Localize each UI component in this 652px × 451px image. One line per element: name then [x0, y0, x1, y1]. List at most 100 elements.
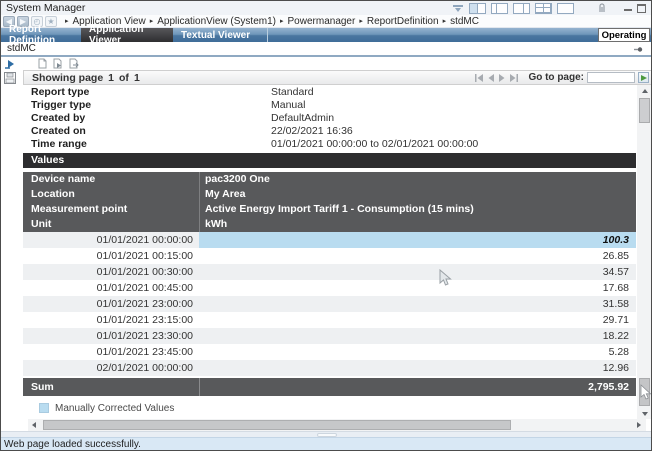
save-icon[interactable]: [4, 72, 16, 84]
value-cell: 34.57: [199, 264, 636, 280]
breadcrumb-item[interactable]: stdMC: [450, 16, 479, 27]
device-info-block: Device namepac3200 OneLocationMy Area Mea…: [23, 172, 636, 232]
legend-label: Manually Corrected Values: [55, 403, 174, 414]
run-report-icon[interactable]: [4, 59, 18, 69]
document-tab-bar: stdMC: [1, 42, 651, 57]
report-info-value: 22/02/2021 16:36: [271, 125, 353, 137]
report-info-value: Standard: [271, 86, 314, 98]
legend-swatch: [39, 403, 49, 413]
breadcrumb-item[interactable]: Powermanager: [288, 16, 356, 27]
splitter-grip[interactable]: [317, 433, 337, 437]
timestamp-cell: 01/01/2021 00:15:00: [23, 248, 199, 264]
report-info-row: Created byDefaultAdmin: [23, 111, 636, 124]
current-page: 1: [108, 72, 114, 84]
table-row[interactable]: 01/01/2021 00:30:0034.57: [23, 264, 636, 280]
dock-icon[interactable]: [452, 4, 464, 13]
table-row[interactable]: 01/01/2021 23:15:0029.71: [23, 312, 636, 328]
minimize-icon[interactable]: [624, 3, 632, 11]
table-row[interactable]: 01/01/2021 00:15:0026.85: [23, 248, 636, 264]
values-table: 01/01/2021 00:00:00100.301/01/2021 00:15…: [23, 232, 636, 376]
last-page-icon[interactable]: [509, 74, 519, 82]
table-row[interactable]: 01/01/2021 23:30:0018.22: [23, 328, 636, 344]
value-cell: 17.68: [199, 280, 636, 296]
timestamp-cell: 02/01/2021 00:00:00: [23, 360, 199, 376]
timestamp-cell: 01/01/2021 23:00:00: [23, 296, 199, 312]
breadcrumb-item[interactable]: ReportDefinition: [367, 16, 439, 27]
tab-separator: [267, 28, 268, 42]
report-info: Report typeStandardTrigger typeManualCre…: [23, 85, 636, 151]
value-cell: 26.85: [199, 248, 636, 264]
vertical-scrollbar-thumb[interactable]: [639, 98, 650, 123]
table-row[interactable]: 01/01/2021 23:45:005.28: [23, 344, 636, 360]
device-info-label: Location: [23, 188, 199, 200]
document-icon[interactable]: [38, 58, 47, 69]
table-row[interactable]: 02/01/2021 00:00:0012.96: [23, 360, 636, 376]
status-message: Web page loaded successfully.: [4, 439, 141, 450]
scroll-left-icon[interactable]: [28, 419, 40, 431]
layout-left-pane-icon[interactable]: [491, 3, 508, 14]
pin-icon[interactable]: [634, 46, 643, 53]
breadcrumb-separator-icon: ▸: [359, 17, 363, 25]
table-row[interactable]: 01/01/2021 00:00:00100.3: [23, 232, 636, 248]
sum-row: Sum 2,795.92: [23, 378, 636, 396]
report-info-row: Report typeStandard: [23, 85, 636, 98]
operating-mode-button[interactable]: Operating: [598, 28, 650, 42]
horizontal-scrollbar[interactable]: [28, 419, 646, 431]
showing-page-label: Showing page: [32, 72, 103, 84]
horizontal-scrollbar-thumb[interactable]: [43, 420, 511, 430]
device-info-label: Unit: [23, 218, 199, 230]
pagination-header: Showing page 1 of 1 Go to page:: [23, 70, 652, 85]
previous-page-icon[interactable]: [487, 74, 495, 82]
scroll-up-icon[interactable]: [637, 85, 652, 96]
breadcrumb-separator-icon: ▸: [280, 17, 284, 25]
status-bar: Web page loaded successfully.: [1, 437, 652, 450]
system-manager-window: System Manager ◀ ▶ ◴ ★ ▸Application View…: [0, 0, 652, 451]
device-info-value: pac3200 One: [199, 173, 270, 185]
device-info-row: UnitkWh: [23, 217, 636, 232]
document-tab-stdmc[interactable]: stdMC: [7, 43, 36, 54]
document-arrow-icon[interactable]: [69, 58, 80, 69]
scroll-down-icon[interactable]: [637, 408, 652, 419]
restore-icon[interactable]: [637, 4, 646, 13]
report-info-label: Time range: [23, 138, 271, 150]
layout-two-pane-icon[interactable]: [469, 3, 486, 14]
tab-bar: Report DefinitionApplication ViewerTextu…: [1, 28, 651, 42]
report-info-label: Report type: [23, 86, 271, 98]
report-info-value: 01/01/2021 00:00:00 to 02/01/2021 00:00:…: [271, 138, 478, 150]
of-label: of: [119, 72, 129, 84]
goto-page-input[interactable]: [587, 72, 635, 83]
report-view: Showing page 1 of 1 Go to page: Report t…: [1, 70, 652, 431]
device-info-value: Active Energy Import Tariff 1 - Consumpt…: [199, 203, 474, 215]
tab-application-viewer[interactable]: Application Viewer: [81, 28, 173, 42]
device-info-row: Measurement pointActive Energy Import Ta…: [23, 202, 636, 217]
legend: Manually Corrected Values: [23, 403, 636, 414]
export-document-icon[interactable]: [53, 58, 63, 69]
layout-right-pane-icon[interactable]: [513, 3, 530, 14]
breadcrumb-item[interactable]: ApplicationView (System1): [157, 16, 276, 27]
layout-grid-icon[interactable]: [535, 3, 552, 14]
vertical-scrollbar-thumb-lower[interactable]: [639, 378, 650, 406]
left-gutter: [1, 70, 23, 431]
tab-textual-viewer[interactable]: Textual Viewer: [173, 28, 253, 42]
layout-single-pane-icon[interactable]: [557, 3, 574, 14]
device-info-value: kWh: [199, 218, 227, 230]
report-info-value: DefaultAdmin: [271, 112, 334, 124]
timestamp-cell: 01/01/2021 23:45:00: [23, 344, 199, 360]
device-info-value: My Area: [199, 188, 245, 200]
device-info-row: Device namepac3200 One: [23, 172, 636, 187]
report-info-row: Time range01/01/2021 00:00:00 to 02/01/2…: [23, 138, 636, 151]
next-page-icon[interactable]: [498, 74, 506, 82]
table-row[interactable]: 01/01/2021 23:00:0031.58: [23, 296, 636, 312]
viewer-toolbar: [1, 57, 651, 70]
value-cell: 29.71: [199, 312, 636, 328]
vertical-scrollbar[interactable]: [637, 85, 652, 419]
titlebar: System Manager: [1, 1, 651, 15]
first-page-icon[interactable]: [474, 74, 484, 82]
scroll-right-icon[interactable]: [633, 419, 645, 431]
value-cell-manually-corrected: 100.3: [199, 232, 636, 248]
table-row[interactable]: 01/01/2021 00:45:0017.68: [23, 280, 636, 296]
sum-label: Sum: [23, 381, 199, 393]
go-icon[interactable]: [638, 72, 649, 83]
tab-report-definition[interactable]: Report Definition: [1, 28, 81, 42]
report-info-row: Trigger typeManual: [23, 98, 636, 111]
